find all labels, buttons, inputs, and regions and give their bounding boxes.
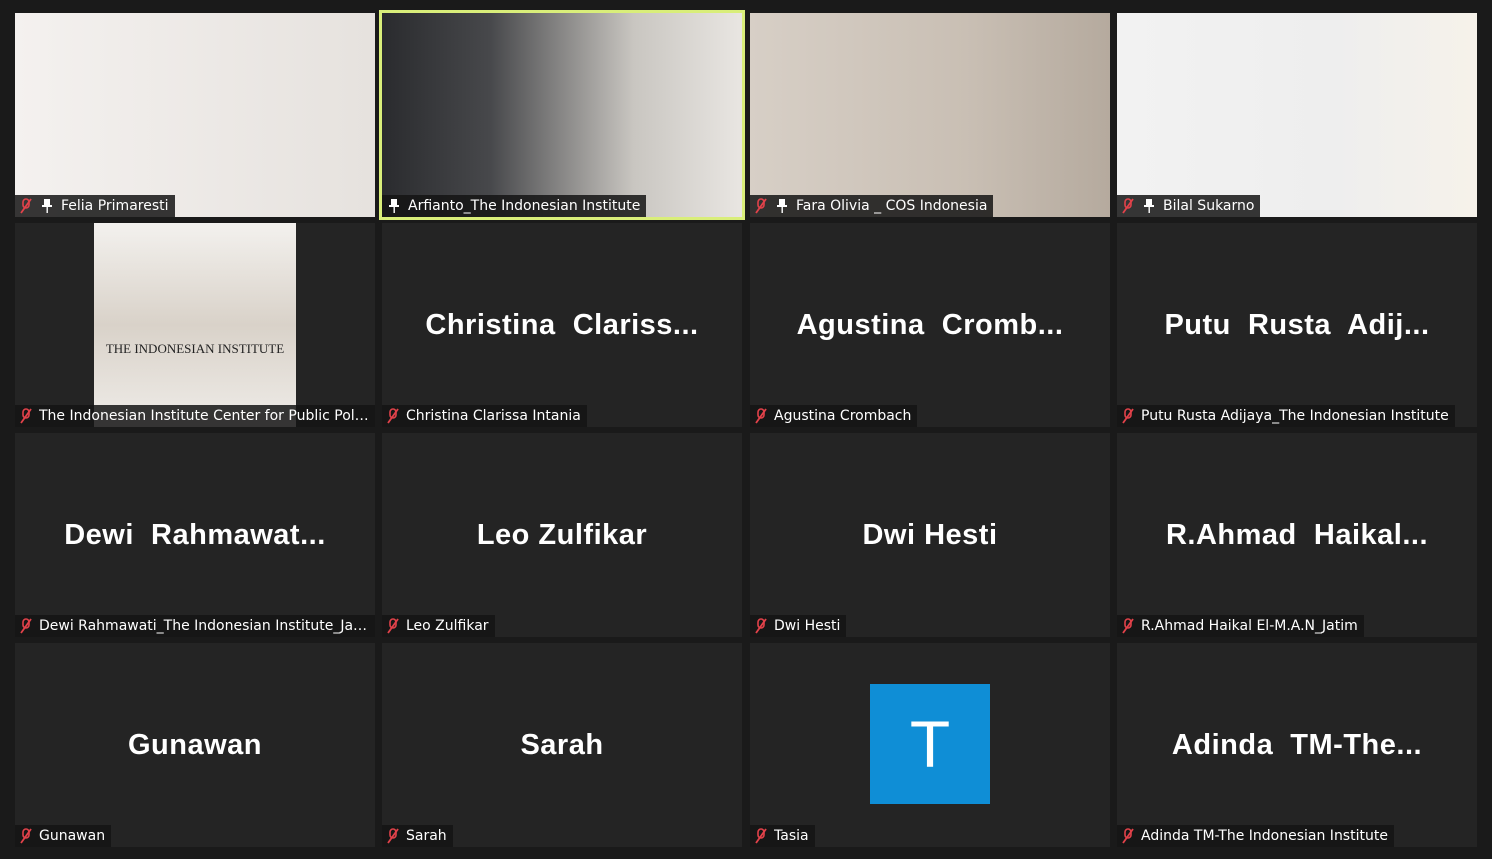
mic-muted-icon (1121, 618, 1135, 634)
mic-muted-icon (19, 408, 33, 424)
pin-icon (41, 198, 53, 214)
name-label: Leo Zulfikar (382, 615, 495, 637)
mic-muted-icon (1121, 828, 1135, 844)
participant-video (1117, 13, 1477, 217)
mic-muted-icon (754, 618, 768, 634)
participant-display-name: Putu Rusta Adij... (1164, 309, 1430, 341)
mic-muted-icon (386, 618, 400, 634)
video-tile-institute[interactable]: THE INDONESIAN INSTITUTE The Indonesian … (15, 223, 375, 427)
participant-video (750, 13, 1110, 217)
institute-logo: THE INDONESIAN INSTITUTE (105, 341, 285, 356)
name-label: Dwi Hesti (750, 615, 847, 637)
video-tile-arfianto[interactable]: Arfianto_The Indonesian Institute (379, 10, 745, 220)
participant-display-name: Gunawan (127, 729, 262, 761)
mic-muted-icon (19, 198, 33, 214)
participant-display-name: Agustina Cromb... (796, 309, 1064, 341)
video-tile-fara[interactable]: Fara Olivia _ COS Indonesia (750, 13, 1110, 217)
avatar: T (870, 684, 990, 804)
mic-muted-icon (1121, 408, 1135, 424)
name-label: Adinda TM-The Indonesian Institute (1117, 825, 1394, 847)
mic-muted-icon (19, 618, 33, 634)
name-label: Putu Rusta Adijaya_The Indonesian Instit… (1117, 405, 1455, 427)
video-tile-bilal[interactable]: Bilal Sukarno (1117, 13, 1477, 217)
name-label: Sarah (382, 825, 453, 847)
video-tile-agustina[interactable]: Agustina Cromb... Agustina Crombach (750, 223, 1110, 427)
video-tile-leo[interactable]: Leo Zulfikar Leo Zulfikar (382, 433, 742, 637)
video-tile-christina[interactable]: Christina Clariss... Christina Clarissa … (382, 223, 742, 427)
name-label: Agustina Crombach (750, 405, 918, 427)
participant-display-name: R.Ahmad Haikal... (1165, 519, 1428, 551)
participant-display-name: Adinda TM-The... (1171, 729, 1423, 761)
video-tile-putu[interactable]: Putu Rusta Adij... Putu Rusta Adijaya_Th… (1117, 223, 1477, 427)
participant-display-name: Dwi Hesti (862, 519, 998, 551)
video-tile-dewi[interactable]: Dewi Rahmawat... Dewi Rahmawati_The Indo… (15, 433, 375, 637)
mic-muted-icon (1121, 198, 1135, 214)
name-label: Christina Clarissa Intania (382, 405, 587, 427)
name-label: Gunawan (15, 825, 112, 847)
participant-display-name: Sarah (520, 729, 604, 761)
name-label: Bilal Sukarno (1117, 195, 1261, 217)
mic-muted-icon (386, 828, 400, 844)
mic-muted-icon (754, 408, 768, 424)
participant-display-name: Leo Zulfikar (476, 519, 648, 551)
name-label: Fara Olivia _ COS Indonesia (750, 195, 994, 217)
profile-picture: THE INDONESIAN INSTITUTE (94, 223, 296, 427)
video-tile-gunawan[interactable]: Gunawan Gunawan (15, 643, 375, 847)
name-label: Tasia (750, 825, 815, 847)
pin-icon (388, 198, 400, 214)
mic-muted-icon (19, 828, 33, 844)
video-tile-adinda[interactable]: Adinda TM-The... Adinda TM-The Indonesia… (1117, 643, 1477, 847)
name-label: R.Ahmad Haikal El-M.A.N_Jatim (1117, 615, 1364, 637)
video-tile-ahmad[interactable]: R.Ahmad Haikal... R.Ahmad Haikal El-M.A.… (1117, 433, 1477, 637)
video-tile-felia[interactable]: Felia Primaresti (15, 13, 375, 217)
name-label: Arfianto_The Indonesian Institute (382, 195, 647, 217)
video-tile-tasia[interactable]: T Tasia (750, 643, 1110, 847)
mic-muted-icon (754, 828, 768, 844)
mic-muted-icon (754, 198, 768, 214)
participant-display-name: Dewi Rahmawat... (64, 519, 326, 551)
name-label: The Indonesian Institute Center for Publ… (15, 405, 375, 427)
mic-muted-icon (386, 408, 400, 424)
video-tile-sarah[interactable]: Sarah Sarah (382, 643, 742, 847)
pin-icon (776, 198, 788, 214)
name-label: Dewi Rahmawati_The Indonesian Institute_… (15, 615, 375, 637)
participant-display-name: Christina Clariss... (425, 309, 699, 341)
participant-video (382, 13, 742, 217)
participant-video (15, 13, 375, 217)
pin-icon (1143, 198, 1155, 214)
video-tile-dwi[interactable]: Dwi Hesti Dwi Hesti (750, 433, 1110, 637)
name-label: Felia Primaresti (15, 195, 175, 217)
